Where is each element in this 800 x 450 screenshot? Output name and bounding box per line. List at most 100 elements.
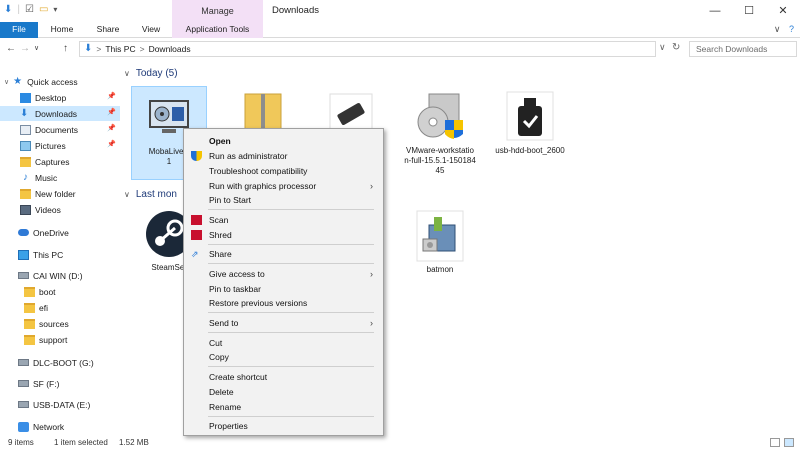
quick-access-toolbar: ⬇ | ☑ ▭ ▾ <box>4 4 57 16</box>
window-controls: — ☐ ✕ <box>698 0 800 22</box>
sidebar-label: DLC-BOOT (G:) <box>33 357 94 368</box>
desktop-icon <box>20 92 31 103</box>
drive-icon <box>18 272 29 279</box>
new-folder-icon[interactable]: ▭ <box>39 4 48 16</box>
download-arrow-icon[interactable]: ⬇ <box>4 4 12 16</box>
group-header-today[interactable]: ∨ Today (5) <box>124 68 178 79</box>
menu-item-scan[interactable]: Scan <box>184 213 383 227</box>
status-item-count: 9 items <box>8 438 34 447</box>
sidebar-item-boot[interactable]: boot <box>24 284 120 299</box>
properties-icon[interactable]: ☑ <box>25 4 34 16</box>
menu-item-pin-to-start[interactable]: Pin to Start <box>184 193 383 207</box>
tab-file[interactable]: File <box>0 22 38 38</box>
menu-item-pin-to-taskbar[interactable]: Pin to taskbar <box>184 282 383 296</box>
submenu-arrow-icon: › <box>370 269 373 279</box>
sidebar-item-quick-access[interactable]: ∨ ★ Quick access <box>4 74 120 89</box>
tab-view[interactable]: View <box>132 22 170 38</box>
expand-ribbon-button[interactable]: ∨ <box>774 24 781 34</box>
pin-icon[interactable]: 📌 <box>107 108 116 116</box>
file-item-vmware[interactable]: VMware-workstation-full-15.5.1-15018445 <box>402 86 478 182</box>
sidebar-label: USB-DATA (E:) <box>33 399 91 410</box>
menu-item-restore-previous-versions[interactable]: Restore previous versions <box>184 296 383 310</box>
sidebar-item-network[interactable]: Network <box>18 419 118 434</box>
group-header-last-month[interactable]: ∨ Last mon <box>124 189 177 200</box>
menu-item-run-as-administrator[interactable]: Run as administrator <box>184 149 383 163</box>
sidebar-item-desktop[interactable]: Desktop <box>20 90 120 105</box>
recent-locations-icon[interactable]: ∨ <box>34 42 39 56</box>
sidebar-item-this-pc[interactable]: This PC <box>18 247 118 262</box>
tab-application-tools[interactable]: Application Tools <box>172 22 263 38</box>
sidebar-item-pictures[interactable]: Pictures <box>20 138 120 153</box>
status-bar: 9 items 1 item selected 1.52 MB <box>0 436 800 450</box>
tab-home[interactable]: Home <box>40 22 84 38</box>
menu-item-delete[interactable]: Delete <box>184 385 383 399</box>
menu-item-shred[interactable]: Shred <box>184 228 383 242</box>
menu-item-cut[interactable]: Cut <box>184 336 383 350</box>
sidebar-item-captures[interactable]: Captures <box>20 154 120 169</box>
file-item-usb-tool[interactable] <box>313 86 389 135</box>
collapse-chevron-icon[interactable]: ∨ <box>124 69 130 78</box>
customize-toolbar-icon[interactable]: ▾ <box>53 4 57 16</box>
sidebar-item-documents[interactable]: Documents <box>20 122 120 137</box>
manage-context-group: Manage <box>172 0 263 22</box>
group-title: Today (5) <box>135 68 178 79</box>
sidebar-item-videos[interactable]: Videos <box>20 202 120 217</box>
sidebar-item-efi[interactable]: efi <box>24 300 120 315</box>
close-button[interactable]: ✕ <box>766 0 800 22</box>
forward-arrow-icon[interactable]: → <box>20 42 30 56</box>
view-switcher <box>770 438 794 447</box>
menu-item-give-access-to[interactable]: Give access to › <box>184 267 383 281</box>
minimize-button[interactable]: — <box>698 0 732 22</box>
details-view-icon[interactable] <box>770 438 780 447</box>
pin-icon[interactable]: 📌 <box>107 92 116 100</box>
breadcrumb-downloads[interactable]: Downloads <box>149 42 191 56</box>
menu-item-send-to[interactable]: Send to › <box>184 316 383 330</box>
menu-item-create-shortcut[interactable]: Create shortcut <box>184 370 383 384</box>
pin-icon[interactable]: 📌 <box>107 124 116 132</box>
collapse-chevron-icon[interactable]: ∨ <box>124 190 130 199</box>
address-history-chevron-icon[interactable]: ∨ <box>659 42 666 53</box>
menu-item-label: Share <box>209 249 232 259</box>
menu-item-share[interactable]: ⇗ Share <box>184 247 383 261</box>
sidebar-item-onedrive[interactable]: OneDrive <box>18 225 118 240</box>
refresh-icon[interactable]: ↻ <box>672 42 680 53</box>
music-icon: ♪ <box>23 171 28 183</box>
breadcrumb-separator: > <box>96 44 102 54</box>
sidebar-item-drive-d[interactable]: CAI WIN (D:) <box>18 268 118 283</box>
breadcrumb-this-pc[interactable]: This PC <box>105 42 135 56</box>
menu-item-run-with-graphics-processor[interactable]: Run with graphics processor › <box>184 179 383 193</box>
file-item-zip-folder[interactable] <box>222 86 298 135</box>
file-item-batmon[interactable]: batmon <box>402 205 478 285</box>
menu-item-rename[interactable]: Rename <box>184 400 383 414</box>
expand-chevron-icon[interactable]: ∨ <box>4 78 9 86</box>
sidebar-label: Documents <box>35 124 78 135</box>
up-arrow-icon[interactable]: ↑ <box>63 42 68 56</box>
sidebar-item-drive-g[interactable]: DLC-BOOT (G:) <box>18 355 118 370</box>
sidebar-item-sources[interactable]: sources <box>24 316 120 331</box>
file-name: batmon <box>426 265 454 274</box>
ribbon-controls: ∨ ? <box>774 24 794 35</box>
address-box[interactable]: ⬇ > This PC > Downloads <box>79 41 656 57</box>
drive-icon <box>18 401 29 408</box>
sidebar-item-drive-f[interactable]: SF (F:) <box>18 376 118 391</box>
sidebar-item-drive-e[interactable]: USB-DATA (E:) <box>18 397 118 412</box>
menu-item-open[interactable]: Open <box>184 134 383 148</box>
pin-icon[interactable]: 📌 <box>107 140 116 148</box>
menu-item-troubleshoot-compatibility[interactable]: Troubleshoot compatibility <box>184 164 383 178</box>
file-item-usb-hdd-boot[interactable]: usb-hdd-boot_2600 <box>492 86 568 172</box>
maximize-button[interactable]: ☐ <box>732 0 766 22</box>
sidebar-item-new-folder[interactable]: New folder <box>20 186 120 201</box>
back-arrow-icon[interactable]: ← <box>6 42 16 56</box>
sidebar-item-music[interactable]: ♪ Music <box>20 170 120 185</box>
large-icons-view-icon[interactable] <box>784 438 794 447</box>
folder-icon <box>24 286 35 297</box>
sidebar-label: OneDrive <box>33 227 69 238</box>
menu-item-label: Send to <box>209 318 239 328</box>
tab-share[interactable]: Share <box>86 22 130 38</box>
sidebar-item-downloads[interactable]: ⬇ Downloads <box>0 106 120 121</box>
menu-item-copy[interactable]: Copy <box>184 350 383 364</box>
help-button[interactable]: ? <box>789 24 794 34</box>
search-input[interactable]: Search Downloads <box>689 41 797 57</box>
menu-item-properties[interactable]: Properties <box>184 419 383 433</box>
sidebar-item-support[interactable]: support <box>24 332 120 347</box>
